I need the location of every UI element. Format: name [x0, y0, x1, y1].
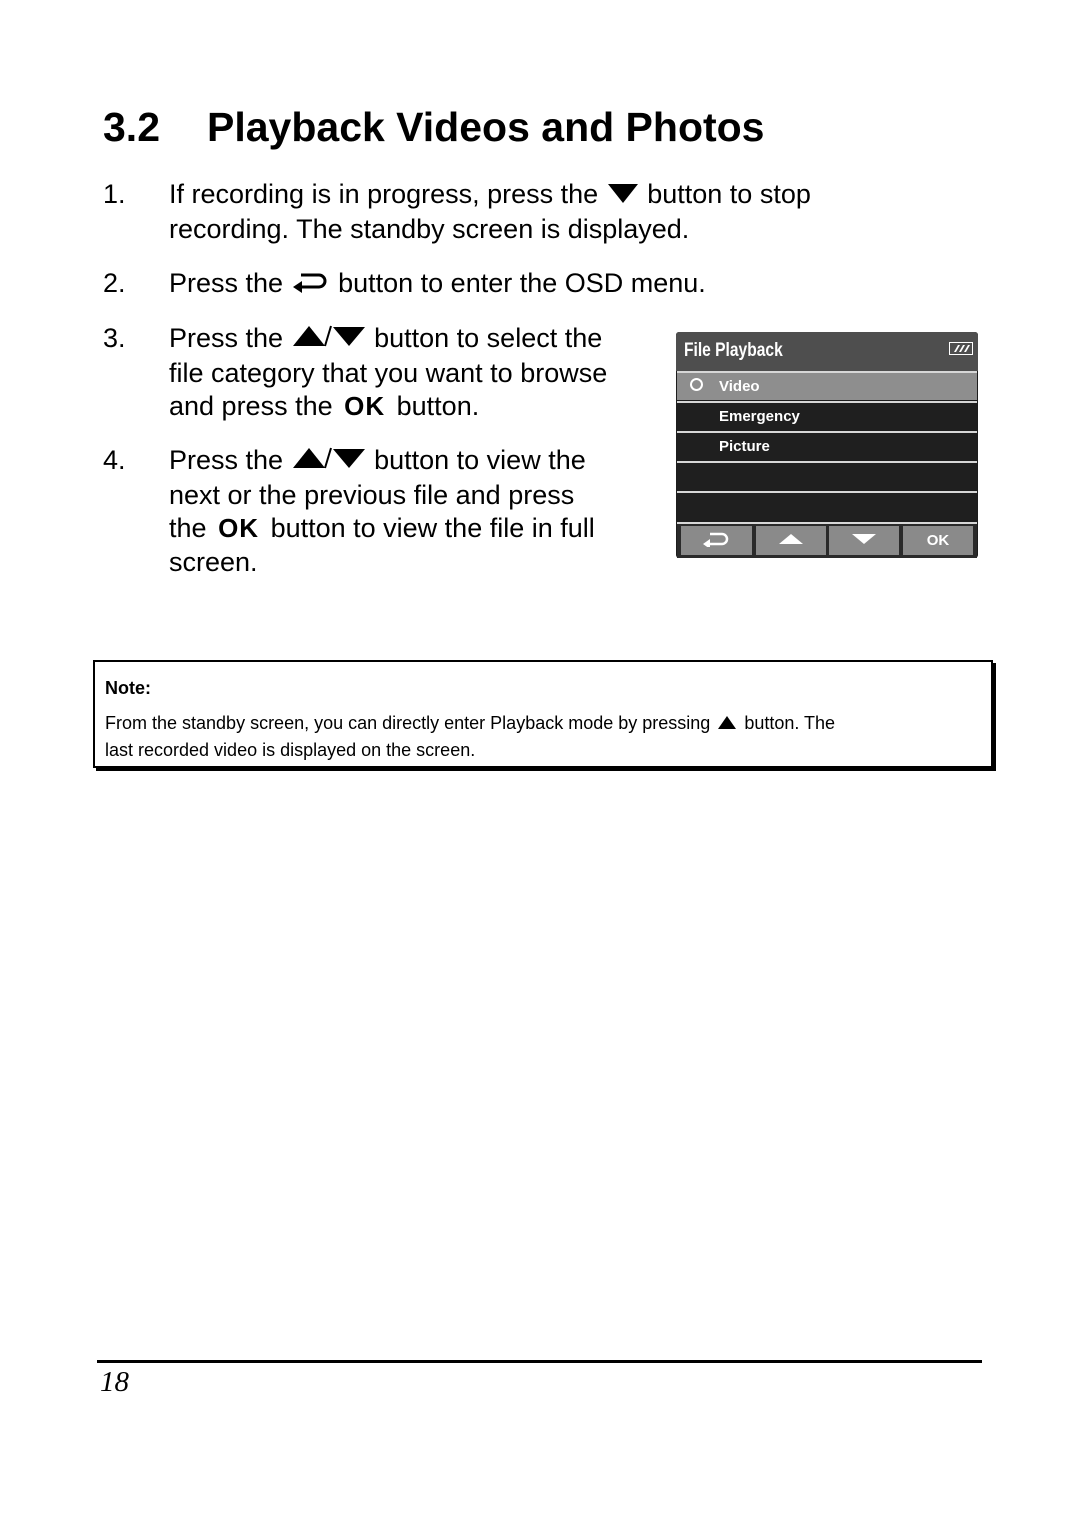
osd-item-video[interactable]: Video [677, 371, 977, 400]
osd-item-empty [677, 461, 977, 490]
return-arrow-icon [702, 531, 732, 551]
return-arrow-icon [291, 268, 331, 302]
step-line: the OK button to view the file in full [169, 513, 595, 544]
section-title: 3.2 Playback Videos and Photos [103, 104, 764, 151]
up-triangle-icon [779, 532, 803, 549]
up-down-triangle-icon [291, 323, 367, 357]
note-text: From the standby screen, you can directl… [105, 711, 836, 761]
osd-title: File Playback [684, 340, 783, 361]
down-triangle-icon [852, 532, 876, 549]
section-title-text: Playback Videos and Photos [207, 104, 765, 150]
step-number: 3. [103, 323, 126, 353]
down-triangle-icon [606, 179, 640, 213]
osd-button-bar: OK [677, 522, 977, 558]
ok-button-glyph: OK [344, 391, 386, 422]
osd-down-button[interactable] [829, 526, 899, 555]
step-line: Press the button to select the [169, 322, 607, 357]
osd-return-button[interactable] [681, 526, 752, 555]
up-down-triangle-icon [291, 445, 367, 479]
step-number: 2. [103, 268, 126, 298]
ok-button-glyph: OK [218, 513, 260, 544]
up-triangle-icon [715, 711, 739, 737]
osd-item-emergency[interactable]: Emergency [677, 401, 977, 430]
note-heading: Note: [105, 678, 151, 698]
step-line: screen. [169, 546, 258, 577]
footer-divider [97, 1360, 982, 1363]
step-line: file category that you want to browse [169, 357, 608, 388]
osd-header: File Playback [676, 332, 978, 371]
osd-ok-button[interactable]: OK [903, 526, 973, 555]
step-line: Press the button to view the [169, 444, 595, 479]
osd-up-button[interactable] [756, 526, 826, 555]
step-line: and press the OK button. [169, 391, 480, 422]
osd-file-playback-screen: File Playback Video Emergency Picture OK [676, 332, 978, 558]
note-box: Note: From the standby screen, you can d… [93, 660, 993, 768]
step-number: 4. [103, 445, 126, 475]
radio-circle-icon [690, 378, 703, 391]
step-number: 1. [103, 179, 126, 209]
battery-icon [949, 342, 973, 355]
step-line: If recording is in progress, press the b… [169, 178, 811, 213]
step-line: next or the previous file and press [169, 479, 575, 510]
osd-item-empty [677, 491, 977, 520]
step-line: recording. The standby screen is display… [169, 213, 690, 244]
section-number: 3.2 [103, 104, 160, 150]
osd-item-picture[interactable]: Picture [677, 431, 977, 460]
page-number: 18 [100, 1366, 129, 1398]
